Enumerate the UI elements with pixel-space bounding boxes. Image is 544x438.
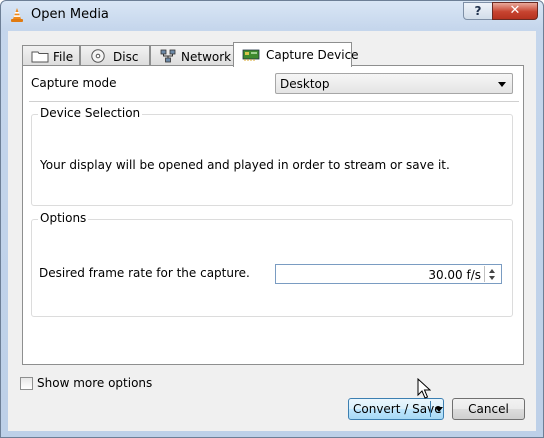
dropdown-arrow-icon[interactable] — [435, 407, 443, 412]
show-more-options-checkbox[interactable] — [20, 377, 33, 390]
network-icon — [160, 49, 176, 63]
divider — [29, 101, 519, 102]
capture-mode-value: Desktop — [280, 77, 330, 91]
increment-arrow-icon[interactable] — [489, 269, 495, 273]
show-more-options-text: Show more options — [37, 376, 153, 390]
tab-network[interactable]: Network — [150, 45, 234, 66]
tab-disc-label: Disc — [113, 50, 139, 64]
vlc-cone-icon — [11, 8, 23, 22]
convert-save-button[interactable]: Convert / Save — [348, 398, 444, 420]
tab-capture-device[interactable]: Capture Device — [233, 42, 359, 67]
device-selection-message: Your display will be opened and played i… — [40, 158, 450, 172]
tab-file[interactable]: File — [22, 45, 80, 66]
tab-file-label: File — [53, 50, 74, 64]
tab-capture-device-label: Capture Device — [266, 48, 359, 62]
device-selection-group: Device Selection Your display will be op… — [31, 106, 513, 206]
dialog-body: File Disc Network Capture Device Capture… — [8, 31, 536, 431]
open-media-dialog: Open Media ? ✕ File Disc Network Capture… — [0, 0, 544, 438]
window-title: Open Media — [31, 7, 109, 22]
capture-device-panel: Capture mode Desktop Device Selection Yo… — [22, 65, 524, 365]
disc-icon — [91, 49, 105, 63]
title-bar[interactable]: Open Media ? ✕ — [1, 1, 543, 29]
convert-save-label: Convert / Save — [353, 402, 442, 416]
decrement-arrow-icon[interactable] — [489, 276, 495, 280]
frame-rate-label: Desired frame rate for the capture. — [39, 266, 250, 280]
tab-disc[interactable]: Disc — [80, 45, 150, 66]
frame-rate-spinbox[interactable]: 30.00 f/s — [275, 264, 502, 284]
capture-mode-label: Capture mode — [31, 76, 117, 90]
chevron-down-icon — [498, 82, 506, 87]
capture-card-icon — [242, 49, 260, 61]
folder-icon — [31, 51, 49, 63]
cancel-label: Cancel — [468, 402, 509, 416]
tab-network-label: Network — [181, 50, 232, 64]
cancel-button[interactable]: Cancel — [452, 398, 525, 420]
spin-buttons[interactable] — [484, 266, 500, 282]
frame-rate-value: 30.00 f/s — [428, 268, 481, 282]
device-selection-title: Device Selection — [38, 106, 143, 120]
help-button[interactable]: ? — [463, 2, 493, 20]
options-title: Options — [38, 211, 89, 225]
close-button[interactable]: ✕ — [492, 2, 538, 20]
capture-mode-select[interactable]: Desktop — [275, 73, 513, 94]
show-more-options-label[interactable]: Show more options — [37, 376, 152, 390]
mouse-pointer-icon — [417, 378, 431, 399]
split-separator — [430, 401, 431, 417]
